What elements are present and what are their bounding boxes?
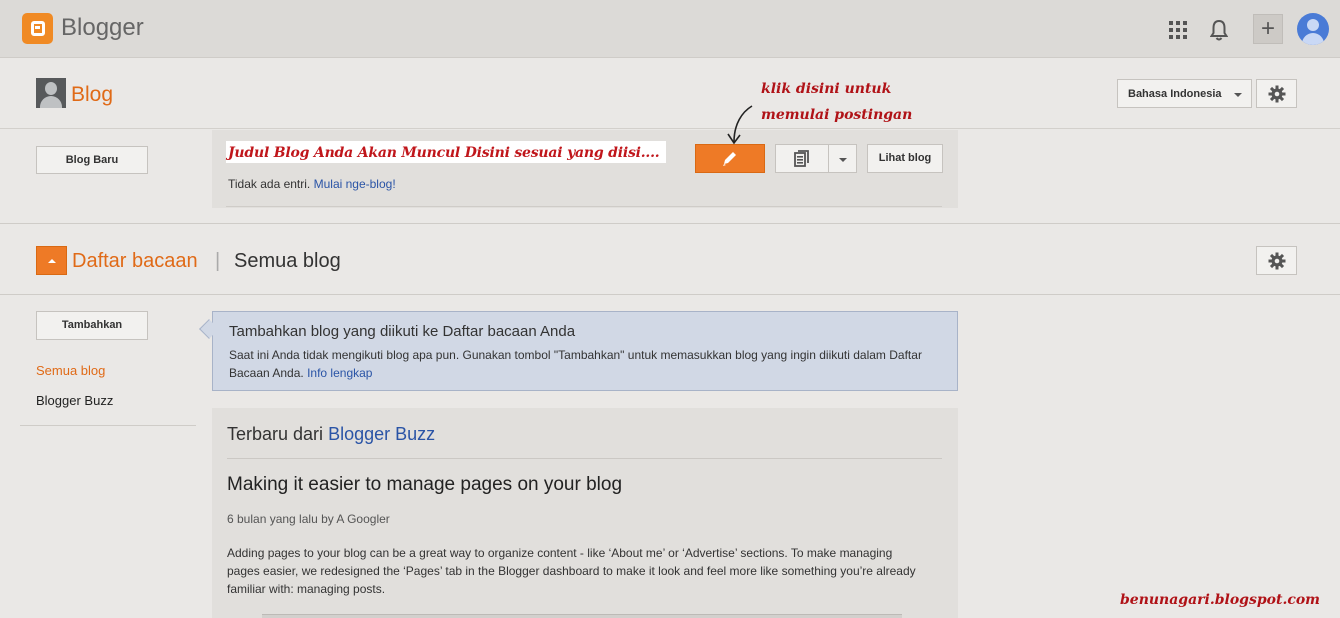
post-image [262, 614, 902, 618]
buzz-divider [227, 458, 942, 459]
view-blog-button[interactable]: Lihat blog [867, 144, 943, 173]
sidebar-item-all-blogs[interactable]: Semua blog [36, 363, 105, 378]
language-select[interactable]: Bahasa Indonesia [1117, 79, 1252, 108]
buzz-heading-link[interactable]: Blogger Buzz [328, 424, 435, 444]
annotation-line-2: memulai postingan [761, 107, 913, 123]
pencil-icon [723, 152, 736, 166]
sidebar-item-blogger-buzz[interactable]: Blogger Buzz [36, 393, 113, 408]
language-select-label: Bahasa Indonesia [1128, 88, 1222, 100]
account-avatar-icon[interactable] [1297, 13, 1329, 45]
info-more-link[interactable]: Info lengkap [307, 366, 372, 380]
blogger-logo-icon[interactable] [22, 13, 53, 44]
post-meta: 6 bulan yang lalu by A Googler [227, 512, 390, 526]
title-separator: | [215, 250, 221, 272]
new-post-button[interactable] [695, 144, 765, 173]
section-divider [0, 223, 1340, 224]
post-title[interactable]: Making it easier to manage pages on your… [227, 474, 622, 496]
apps-grid-icon[interactable] [1169, 21, 1187, 39]
pages-icon [794, 150, 809, 167]
annotation-arrow-icon [727, 105, 753, 145]
info-title: Tambahkan blog yang diikuti ke Daftar ba… [229, 323, 576, 340]
plus-icon[interactable]: + [1253, 14, 1283, 44]
annotation-line-1: klik disini untuk [761, 81, 892, 97]
buzz-heading: Terbaru dari Blogger Buzz [227, 424, 435, 445]
settings-button[interactable] [1256, 79, 1297, 108]
pages-button[interactable] [775, 144, 829, 173]
blog-header: Blog Bahasa Indonesia [0, 59, 1340, 129]
bell-icon[interactable] [1210, 19, 1228, 41]
blog-title[interactable]: Blog [71, 83, 113, 107]
gear-icon [1268, 252, 1286, 270]
reading-list-title: Daftar bacaan [72, 250, 198, 272]
collapse-reading-list-button[interactable] [36, 246, 67, 275]
section-divider [0, 294, 1340, 295]
no-entries-label: Tidak ada entri. [228, 177, 311, 191]
gear-icon [1268, 85, 1286, 103]
chevron-down-icon [839, 158, 847, 162]
pages-dropdown-button[interactable] [828, 144, 857, 173]
add-blog-button[interactable]: Tambahkan [36, 311, 148, 340]
blog-avatar[interactable] [36, 78, 66, 108]
sidebar-divider [20, 425, 196, 426]
new-blog-button[interactable]: Blog Baru [36, 146, 148, 174]
chevron-down-icon [1234, 93, 1242, 97]
reading-list-settings-button[interactable] [1256, 246, 1297, 275]
top-bar: Blogger + [0, 0, 1340, 58]
start-blogging-link[interactable]: Mulai nge-blog! [314, 177, 396, 191]
reading-list-subtitle: Semua blog [234, 250, 341, 272]
chevron-up-icon [48, 259, 56, 263]
buzz-heading-prefix: Terbaru dari [227, 424, 324, 444]
no-entries-text: Tidak ada entri. Mulai nge-blog! [228, 177, 396, 191]
post-body: Adding pages to your blog can be a great… [227, 546, 916, 596]
brand-name[interactable]: Blogger [61, 14, 144, 42]
blog-name[interactable]: Judul Blog Anda Akan Muncul Disini sesua… [228, 145, 660, 161]
info-text: Saat ini Anda tidak mengikuti blog apa p… [229, 346, 929, 382]
watermark: benunagari.blogspot.com [1120, 592, 1320, 608]
